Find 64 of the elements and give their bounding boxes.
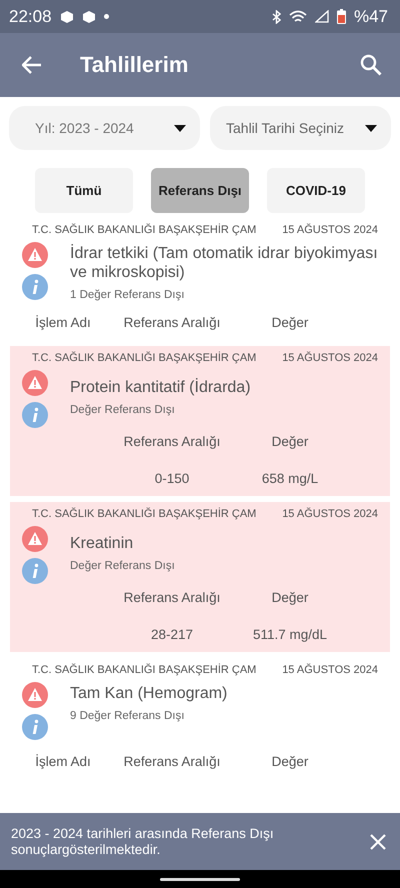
info-icon[interactable]	[22, 402, 48, 428]
warning-icon	[22, 370, 48, 396]
column-header: Değer	[272, 434, 308, 449]
close-button[interactable]	[368, 832, 388, 852]
column-header: Referans Aralığı	[124, 434, 220, 449]
caret-icon	[174, 124, 186, 132]
result-row[interactable]: T.C. SAĞLIK BAKANLIĞI BAŞAKŞEHİR ÇAM 15 AĞUSTOS 2024 İdrar tetkiki (Tam otomatik idrar biyokimyası ve mikroskopisi) 1 Değer Referans Dışı İşlem Adı Referans Aralığı Değer	[10, 218, 390, 340]
battery-percent: %47	[354, 6, 388, 26]
search-button[interactable]	[358, 52, 384, 78]
column-header: Referans Aralığı	[124, 315, 220, 330]
snackbar-message: 2023 - 2024 tarihleri arasında Referans Dışı sonuçlargösterilmektedir.	[11, 826, 275, 858]
result-row[interactable]: T.C. SAĞLIK BAKANLIĞI BAŞAKŞEHİR ÇAM 15 AĞUSTOS 2024 Tam Kan (Hemogram) 9 Değer Referans Dışı İşlem Adı Referans Aralığı Değer	[10, 658, 390, 779]
battery-icon	[336, 9, 346, 24]
test-name: Tam Kan (Hemogram)	[70, 684, 228, 703]
warning-icon	[22, 242, 48, 268]
info-icon[interactable]	[22, 558, 48, 584]
home-indicator[interactable]	[160, 878, 240, 880]
result-card[interactable]: T.C. SAĞLIK BAKANLIĞI BAŞAKŞEHİR ÇAM 15 AĞUSTOS 2024 Protein kantitatif (İdrarda) Değer Referans Dışı Referans Aralığı Değer 0-150 658 mg/L	[10, 346, 390, 496]
warning-icon	[22, 526, 48, 552]
dropdown[interactable]: Tahlil Tarihi Seçiniz	[210, 106, 391, 150]
result-date: 15 AĞUSTOS 2024	[282, 352, 378, 364]
bluetooth-icon	[272, 10, 281, 24]
status-time: 22:08	[9, 6, 52, 26]
wifi-icon	[288, 10, 307, 24]
out-of-range-note: 1 Değer Referans Dışı	[70, 289, 186, 301]
warning-icon	[22, 682, 48, 708]
column-header: Değer	[272, 315, 308, 330]
table-cell: 658 mg/L	[262, 471, 318, 486]
signal-icon	[314, 10, 329, 23]
test-name: İdrar tetkiki (Tam otomatik idrar biyokimyası ve mikroskopisi)	[70, 244, 379, 282]
result-date: 15 AĞUSTOS 2024	[282, 508, 378, 520]
filter-tab[interactable]: Referans Dışı	[151, 168, 249, 213]
info-icon[interactable]	[22, 714, 48, 740]
info-icon[interactable]	[22, 274, 48, 300]
hospital-name: T.C. SAĞLIK BAKANLIĞI BAŞAKŞEHİR ÇAM	[32, 224, 256, 236]
test-name: Protein kantitatif (İdrarda)	[70, 378, 252, 397]
dot-icon	[104, 14, 109, 19]
result-date: 15 AĞUSTOS 2024	[282, 664, 378, 676]
box-icon	[60, 10, 74, 24]
box-icon	[82, 10, 96, 24]
table-cell: 28-217	[150, 627, 194, 642]
column-header: Referans Aralığı	[124, 590, 220, 605]
table-cell: 0-150	[154, 471, 190, 486]
out-of-range-note: 9 Değer Referans Dışı	[70, 710, 186, 722]
column-header: Referans Aralığı	[124, 754, 220, 769]
caret-icon	[365, 124, 377, 132]
test-name: Kreatinin	[70, 534, 134, 553]
out-of-range-note: Değer Referans Dışı	[70, 560, 176, 572]
table-cell: 511.7 mg/dL	[252, 627, 328, 642]
result-date: 15 AĞUSTOS 2024	[282, 224, 378, 236]
column-header: Değer	[272, 590, 308, 605]
dropdown[interactable]: Yıl: 2023 - 2024	[9, 106, 200, 150]
column-header: İşlem Adı	[35, 754, 91, 769]
page-title: Tahlillerim	[80, 52, 190, 78]
out-of-range-note: Değer Referans Dışı	[70, 404, 176, 416]
column-header: Değer	[272, 754, 308, 769]
hospital-name: T.C. SAĞLIK BAKANLIĞI BAŞAKŞEHİR ÇAM	[32, 508, 256, 520]
hospital-name: T.C. SAĞLIK BAKANLIĞI BAŞAKŞEHİR ÇAM	[32, 664, 256, 676]
filter-tab[interactable]: COVID-19	[267, 168, 365, 213]
back-button[interactable]	[20, 54, 44, 76]
column-header: İşlem Adı	[35, 315, 91, 330]
hospital-name: T.C. SAĞLIK BAKANLIĞI BAŞAKŞEHİR ÇAM	[32, 352, 256, 364]
result-card[interactable]: T.C. SAĞLIK BAKANLIĞI BAŞAKŞEHİR ÇAM 15 AĞUSTOS 2024 Kreatinin Değer Referans Dışı Referans Aralığı Değer 28-217 511.7 mg/dL	[10, 502, 390, 652]
filter-tab[interactable]: Tümü	[35, 168, 133, 213]
